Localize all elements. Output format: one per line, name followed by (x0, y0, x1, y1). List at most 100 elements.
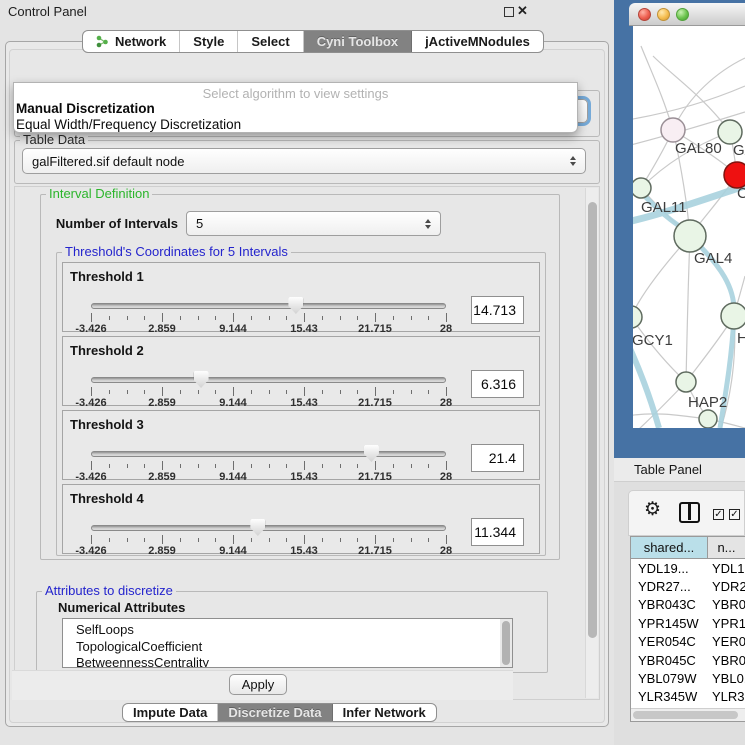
tick-mark (251, 538, 252, 542)
attribute-list-item[interactable]: BetweennessCentrality (63, 655, 512, 668)
network-node[interactable] (674, 220, 706, 252)
tab-jactivemnodules[interactable]: jActiveMNodules (412, 31, 543, 52)
tick-mark (215, 316, 216, 320)
threshold-1-box: Threshold 1 -3.4262.8599.14415.4321.7152… (62, 262, 540, 332)
cell-shared-name[interactable]: YER054C (631, 634, 708, 649)
network-node[interactable] (661, 118, 685, 142)
column-header-shared-name[interactable]: shared... (631, 537, 708, 558)
scrollbar-thumb[interactable] (588, 202, 597, 638)
cell-name[interactable]: YBR0... (708, 653, 745, 668)
tab-cyni-toolbox[interactable]: Cyni Toolbox (304, 31, 412, 52)
cell-name[interactable]: YPR1... (708, 616, 745, 631)
slider-ticks (91, 313, 446, 322)
slider-thumb[interactable] (364, 445, 379, 462)
table-row[interactable]: YBR043CYBR0... (631, 596, 745, 614)
table-horizontal-scrollbar[interactable] (631, 708, 745, 721)
node-table[interactable]: shared... n... YDL19...YDL1...YDR27...YD… (630, 536, 745, 722)
apply-button[interactable]: Apply (229, 674, 287, 695)
table-row[interactable]: YBR045CYBR0... (631, 651, 745, 669)
zoom-traffic-light-icon[interactable] (676, 8, 689, 21)
table-data-combobox[interactable]: galFiltered.sif default node (22, 148, 586, 174)
cell-shared-name[interactable]: YDR27... (631, 579, 708, 594)
cell-shared-name[interactable]: YDL19... (631, 561, 708, 576)
tab-impute-data[interactable]: Impute Data (123, 704, 218, 721)
scrollbar-thumb[interactable] (633, 711, 738, 719)
network-node[interactable] (633, 306, 642, 328)
slider-track[interactable] (91, 303, 446, 309)
threshold-1-slider[interactable]: -3.4262.8599.14415.4321.71528 (91, 299, 446, 333)
cell-shared-name[interactable]: YBR045C (631, 653, 708, 668)
slider-track[interactable] (91, 525, 446, 531)
threshold-2-value[interactable]: 6.316 (471, 370, 524, 398)
tick-label: 21.715 (358, 397, 392, 409)
slider-track[interactable] (91, 451, 446, 457)
cell-shared-name[interactable]: YBR043C (631, 597, 708, 612)
cell-name[interactable]: YLR3... (708, 689, 745, 704)
cell-name[interactable]: YDL1... (708, 561, 745, 576)
network-node[interactable] (633, 178, 651, 198)
network-window: GAL80GACGAL11GAL4GCY1HHAP2 (614, 0, 745, 458)
cell-name[interactable]: YBR0... (708, 597, 745, 612)
close-traffic-light-icon[interactable] (638, 8, 651, 21)
threshold-4-value[interactable]: 11.344 (471, 518, 524, 546)
dropdown-option-equal-width[interactable]: Equal Width/Frequency Discretization (14, 117, 577, 133)
threshold-3-value[interactable]: 21.4 (471, 444, 524, 472)
table-row[interactable]: YPR145WYPR1... (631, 614, 745, 632)
tick-mark (357, 538, 358, 542)
tick-mark (357, 390, 358, 394)
network-node[interactable] (721, 303, 745, 329)
threshold-4-slider[interactable]: -3.4262.8599.14415.4321.71528 (91, 521, 446, 555)
network-node[interactable] (676, 372, 696, 392)
column-header-name[interactable]: n... (708, 537, 745, 558)
tab-infer-network[interactable]: Infer Network (333, 704, 436, 721)
table-row[interactable]: YBL079WYBL0... (631, 669, 745, 687)
slider-thumb[interactable] (194, 371, 209, 388)
tick-mark (446, 461, 447, 470)
gear-icon[interactable]: ⚙ (644, 500, 661, 519)
threshold-2-slider[interactable]: -3.4262.8599.14415.4321.71528 (91, 373, 446, 407)
tick-mark (286, 316, 287, 320)
table-row[interactable]: YLR345WYLR3... (631, 688, 745, 706)
tick-mark (304, 461, 305, 470)
attribute-list-item[interactable]: TopologicalCoefficient (63, 639, 512, 656)
checkbox-icon[interactable]: ✓ (729, 509, 740, 520)
number-of-intervals-spinner[interactable]: 5 (186, 211, 441, 236)
numerical-attributes-list[interactable]: SelfLoopsTopologicalCoefficientBetweenne… (62, 618, 513, 668)
cell-name[interactable]: YER0... (708, 634, 745, 649)
cell-shared-name[interactable]: YBL079W (631, 671, 708, 686)
table-row[interactable]: YER054CYER0... (631, 633, 745, 651)
threshold-1-value[interactable]: 14.713 (471, 296, 524, 324)
cell-name[interactable]: YDR2... (708, 579, 745, 594)
network-canvas[interactable]: GAL80GACGAL11GAL4GCY1HHAP2 (633, 26, 745, 428)
cell-shared-name[interactable]: YPR145W (631, 616, 708, 631)
tab-select[interactable]: Select (238, 31, 303, 52)
table-row[interactable]: YDL19...YDL1... (631, 559, 745, 577)
cell-shared-name[interactable]: YLR345W (631, 689, 708, 704)
table-row[interactable]: YDR27...YDR2... (631, 577, 745, 595)
checkbox-icon[interactable]: ✓ (713, 509, 724, 520)
tick-mark (215, 390, 216, 394)
screen: Control Panel ✕ Network Style (0, 0, 745, 745)
tab-discretize-data[interactable]: Discretize Data (218, 704, 332, 721)
network-node[interactable] (699, 410, 717, 428)
scrollbar-thumb[interactable] (502, 621, 510, 665)
attributes-list-scrollbar[interactable] (500, 619, 512, 667)
tick-mark (375, 313, 376, 322)
attribute-list-item[interactable]: SelfLoops (63, 622, 512, 639)
tick-label: 9.144 (219, 471, 247, 483)
split-table-icon[interactable] (679, 502, 700, 523)
dropdown-option-manual[interactable]: Manual Discretization (14, 101, 577, 117)
tab-network[interactable]: Network (83, 31, 180, 52)
float-window-icon[interactable] (504, 7, 514, 17)
close-icon[interactable]: ✕ (517, 3, 528, 19)
slider-track[interactable] (91, 377, 446, 383)
slider-thumb[interactable] (250, 519, 265, 536)
threshold-3-slider[interactable]: -3.4262.8599.14415.4321.71528 (91, 447, 446, 481)
minimize-traffic-light-icon[interactable] (657, 8, 670, 21)
threshold-3-box: Threshold 3 -3.4262.8599.14415.4321.7152… (62, 410, 540, 480)
settings-vertical-scrollbar[interactable] (585, 188, 598, 698)
table-data-group-title: Table Data (20, 133, 88, 147)
tab-style[interactable]: Style (180, 31, 238, 52)
slider-thumb[interactable] (288, 297, 303, 314)
cell-name[interactable]: YBL0... (708, 671, 745, 686)
